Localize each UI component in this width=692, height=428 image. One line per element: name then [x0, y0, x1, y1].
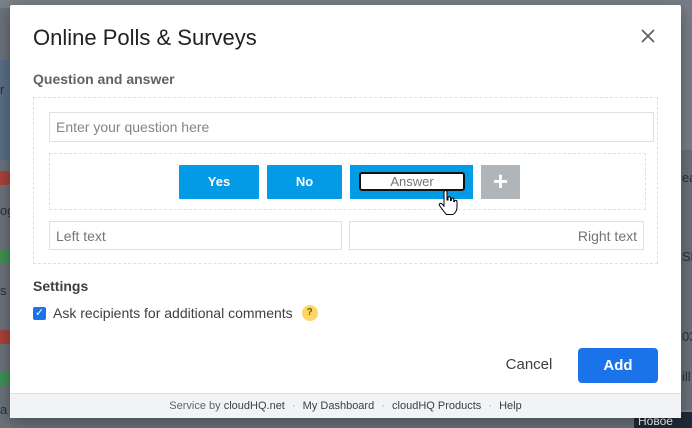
add-answer-button[interactable]: +	[481, 165, 520, 199]
comments-checkbox[interactable]: ✓	[33, 306, 46, 320]
answer-input[interactable]	[359, 172, 465, 191]
footer-service-prefix: Service by	[169, 400, 221, 412]
background-text: a	[0, 402, 8, 417]
right-text-input[interactable]	[349, 221, 644, 250]
comments-checkbox-label[interactable]: Ask recipients for additional comments	[53, 305, 293, 321]
dialog-footer: Service by cloudHQ.net · My Dashboard · …	[10, 393, 681, 418]
footer-link-cloudhq[interactable]: cloudHQ.net	[224, 400, 285, 412]
background-text: ill	[682, 369, 691, 384]
settings-label: Settings	[33, 278, 89, 294]
left-text-input[interactable]	[49, 221, 342, 250]
background-text: r	[0, 82, 5, 97]
background-tag	[0, 330, 10, 344]
background-tag	[0, 171, 10, 185]
add-button[interactable]: Add	[578, 348, 658, 383]
help-icon[interactable]: ?	[301, 305, 318, 321]
footer-separator: ·	[291, 400, 296, 412]
footer-link-help[interactable]: Help	[499, 400, 522, 412]
background-tag	[0, 371, 10, 385]
footer-link-products[interactable]: cloudHQ Products	[392, 400, 481, 412]
background-text: ea	[682, 170, 692, 185]
answer-button-no[interactable]: No	[267, 165, 342, 199]
background-tag	[0, 250, 10, 264]
question-section-label: Question and answer	[33, 71, 175, 87]
background-band	[0, 60, 10, 160]
answers-row: Yes No +	[49, 153, 646, 210]
dialog-title: Online Polls & Surveys	[33, 25, 257, 50]
footer-separator: ·	[488, 400, 493, 412]
close-button[interactable]	[637, 25, 659, 47]
comments-setting-row: ✓ Ask recipients for additional comments…	[33, 304, 318, 322]
poll-dialog: Online Polls & Surveys Question and answ…	[10, 5, 681, 418]
question-input[interactable]	[49, 112, 654, 142]
plus-icon: +	[492, 166, 509, 196]
question-answer-box: Yes No +	[33, 97, 658, 264]
footer-link-dashboard[interactable]: My Dashboard	[303, 400, 375, 412]
answer-button-yes[interactable]: Yes	[179, 165, 259, 199]
check-icon: ✓	[34, 306, 45, 319]
hand-cursor-icon	[438, 190, 458, 215]
footer-separator: ·	[381, 400, 385, 412]
cancel-button[interactable]: Cancel	[496, 348, 562, 382]
close-icon	[641, 29, 655, 43]
background-text: 03	[682, 329, 692, 344]
background-text: Sh	[682, 249, 692, 264]
